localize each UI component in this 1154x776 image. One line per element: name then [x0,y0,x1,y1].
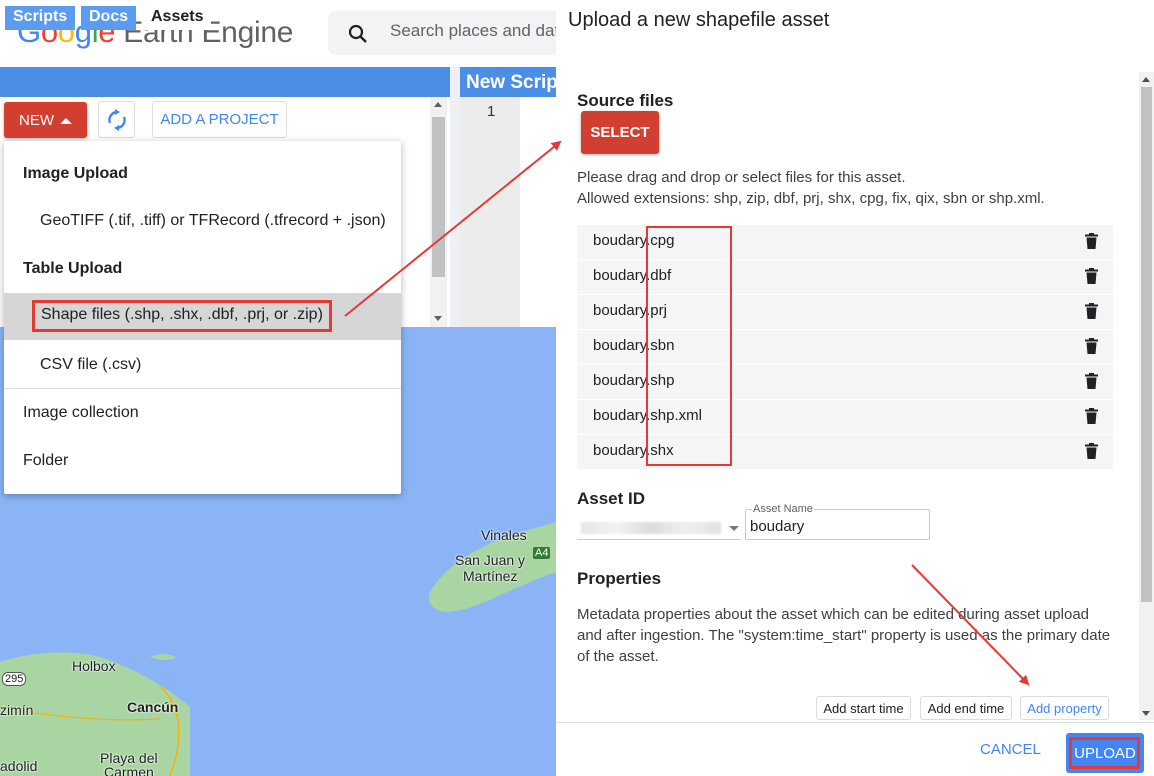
add-start-time-button[interactable]: Add start time [816,696,911,720]
map-label-carmen: Carmen [104,764,154,776]
scroll-down-icon[interactable] [434,316,442,321]
asset-name-field[interactable]: Asset Name [745,503,930,540]
editor-tab-title[interactable]: New Script [460,67,556,97]
asset-id-heading: Asset ID [577,489,646,508]
trash-icon[interactable] [1085,408,1098,424]
scroll-down-icon[interactable] [1142,711,1150,716]
menu-item-shape-files-label: Shape files (.shp, .shx, .dbf, .prj, or … [41,306,323,323]
upload-button-label: UPLOAD [1074,744,1136,762]
properties-heading: Properties [577,569,662,588]
asset-name-input[interactable] [750,518,920,535]
help-text-drag-drop: Please drag and drop or select files for… [577,169,906,186]
refresh-icon [108,109,126,131]
map-label-holbox: Holbox [72,658,116,674]
help-text-extensions: Allowed extensions: shp, zip, dbf, prj, … [577,190,1045,207]
dialog-footer: CANCEL UPLOAD [556,722,1154,776]
asset-name-label: Asset Name [752,503,814,515]
caret-up-icon [60,117,72,124]
map-label-valladolid: adolid [0,758,38,774]
asset-path-select[interactable] [577,516,741,540]
search-bar[interactable] [328,11,556,55]
line-number: 1 [487,103,496,120]
add-end-time-button[interactable]: Add end time [920,696,1012,720]
assets-scrollbar[interactable] [430,97,447,327]
dialog-title: Upload a new shapefile asset [568,9,830,31]
editor-gutter [460,97,520,327]
new-button-label: NEW [19,111,54,129]
highway-shield-a4: A4 [533,547,551,559]
refresh-button[interactable] [98,101,135,138]
tab-assets[interactable]: Assets [143,6,212,30]
extension-highlight-box [646,226,732,466]
code-editor[interactable] [520,97,556,327]
scroll-up-icon[interactable] [1142,77,1150,82]
chevron-down-icon [729,526,739,531]
trash-icon[interactable] [1085,373,1098,389]
cancel-button[interactable]: CANCEL [980,741,1041,758]
properties-description: Metadata properties about the asset whic… [577,606,1111,665]
menu-divider [4,388,401,389]
tab-docs[interactable]: Docs [81,6,137,30]
map-label-tizimin: zimín [0,702,34,718]
trash-icon[interactable] [1085,268,1098,284]
scroll-up-icon[interactable] [434,102,442,107]
menu-item-csv[interactable]: CSV file (.csv) [4,356,401,374]
trash-icon[interactable] [1085,338,1098,354]
menu-heading-image-upload: Image Upload [23,165,128,182]
redacted-path [581,522,721,534]
select-files-button[interactable]: SELECT [581,111,659,154]
tab-scripts[interactable]: Scripts [5,6,76,30]
map-label-cancun: Cancún [127,699,179,715]
trash-icon[interactable] [1085,443,1098,459]
scroll-thumb[interactable] [1141,87,1152,602]
upload-shapefile-dialog: Upload a new shapefile asset Source file… [556,0,1154,776]
add-property-button[interactable]: Add property [1020,696,1109,720]
left-panel-tabbar [0,67,450,97]
dialog-scrollbar[interactable] [1139,72,1154,720]
trash-icon[interactable] [1085,233,1098,249]
highway-shield-295: 295 [2,672,27,686]
upload-button[interactable]: UPLOAD [1066,733,1144,773]
menu-heading-table-upload: Table Upload [23,260,123,277]
trash-icon[interactable] [1085,303,1098,319]
highlight-box: Shape files (.shp, .shx, .dbf, .prj, or … [32,300,332,332]
new-button[interactable]: NEW [4,102,87,138]
search-icon [348,24,367,43]
map-label-martinez: Martínez [463,568,518,584]
earth-engine-app: GoogleEarth Engine Scripts Docs Assets N… [0,0,556,776]
panel-splitter[interactable] [450,67,460,327]
search-input[interactable] [390,21,556,41]
scroll-thumb[interactable] [432,117,445,277]
map-label-vinales: Vinales [481,527,527,543]
new-asset-menu: Image Upload GeoTIFF (.tif, .tiff) or TF… [4,141,401,494]
menu-item-geotiff[interactable]: GeoTIFF (.tif, .tiff) or TFRecord (.tfre… [4,212,401,230]
menu-item-image-collection[interactable]: Image collection [4,404,401,422]
map-label-san-juan: San Juan y [455,552,526,568]
menu-item-shape-files[interactable]: Shape files (.shp, .shx, .dbf, .prj, or … [4,293,401,340]
source-files-heading: Source files [577,91,674,110]
menu-item-folder[interactable]: Folder [4,452,401,470]
add-project-button[interactable]: ADD A PROJECT [152,101,287,138]
